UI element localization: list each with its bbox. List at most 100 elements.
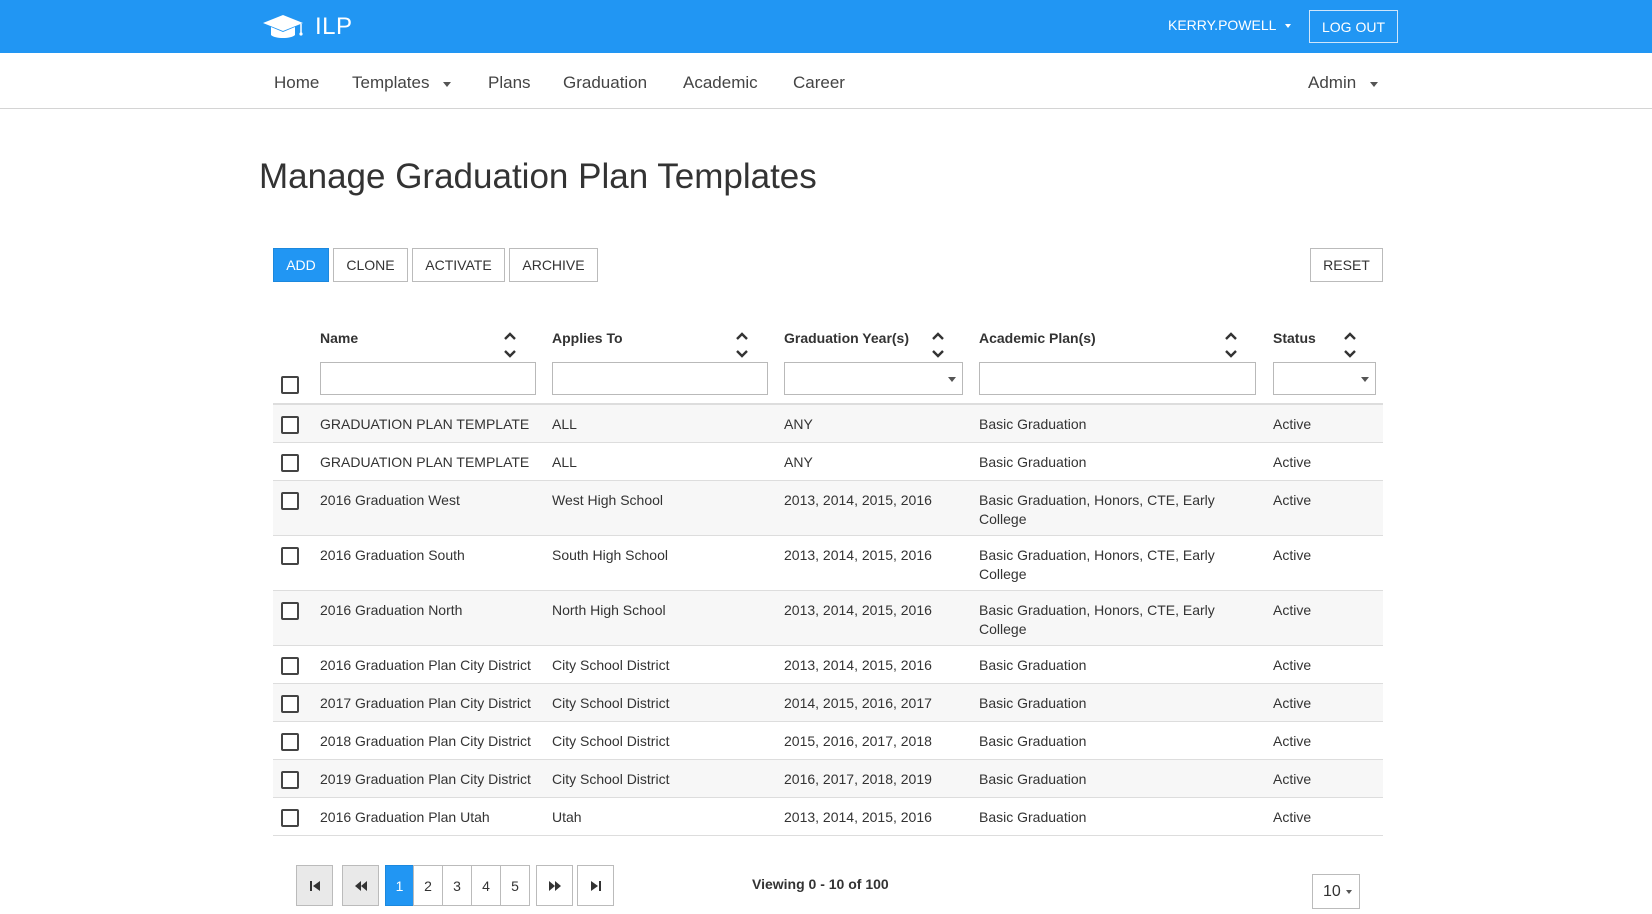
- name-filter-input[interactable]: [320, 362, 536, 395]
- row-checkbox[interactable]: [281, 416, 299, 434]
- first-page-icon: [309, 880, 320, 891]
- nav-career[interactable]: Career: [793, 73, 845, 93]
- last-page-icon: [590, 880, 601, 891]
- cell-status: Active: [1273, 733, 1312, 749]
- clone-button[interactable]: CLONE: [333, 248, 408, 282]
- cell-name: 2019 Graduation Plan City District: [320, 771, 531, 787]
- row-checkbox[interactable]: [281, 695, 299, 713]
- row-checkbox[interactable]: [281, 602, 299, 620]
- app-title: ILP: [315, 13, 353, 40]
- user-name: KERRY.POWELL: [1168, 17, 1277, 33]
- first-page-button[interactable]: [296, 865, 333, 906]
- cell-name: 2018 Graduation Plan City District: [320, 733, 531, 749]
- row-checkbox[interactable]: [281, 809, 299, 827]
- cell-plans: Basic Graduation, Honors, CTE, Early Col…: [979, 547, 1215, 582]
- column-header-graduation-years[interactable]: Graduation Year(s): [784, 330, 909, 346]
- nav-academic[interactable]: Academic: [683, 73, 758, 93]
- cell-status: Active: [1273, 809, 1312, 825]
- cell-years: 2013, 2014, 2015, 2016: [784, 809, 932, 825]
- sort-icon[interactable]: [735, 330, 749, 360]
- last-page-button[interactable]: [577, 865, 614, 906]
- cell-applies-to: City School District: [552, 657, 670, 673]
- sort-icon[interactable]: [503, 330, 517, 360]
- page-size-select[interactable]: 10: [1312, 874, 1360, 909]
- brand[interactable]: ILP: [261, 12, 353, 42]
- nav-home[interactable]: Home: [274, 73, 319, 93]
- sort-icon[interactable]: [931, 330, 945, 360]
- fast-forward-icon: [548, 880, 561, 891]
- academic-plans-filter-input[interactable]: [979, 362, 1256, 395]
- cell-years: 2013, 2014, 2015, 2016: [784, 547, 932, 563]
- table-row[interactable]: GRADUATION PLAN TEMPLATE ALL ANY Basic G…: [273, 443, 1383, 481]
- column-header-status[interactable]: Status: [1273, 330, 1316, 346]
- nav-graduation[interactable]: Graduation: [563, 73, 647, 93]
- cell-applies-to: ALL: [552, 416, 577, 432]
- cell-name: 2016 Graduation Plan Utah: [320, 809, 490, 825]
- cell-name: 2017 Graduation Plan City District: [320, 695, 531, 711]
- table-row[interactable]: 2019 Graduation Plan City District City …: [273, 760, 1383, 798]
- page-1-button[interactable]: 1: [385, 865, 414, 906]
- cell-status: Active: [1273, 547, 1312, 563]
- logout-button[interactable]: LOG OUT: [1309, 10, 1398, 43]
- nav-career-label: Career: [793, 73, 845, 92]
- user-menu[interactable]: KERRY.POWELL: [1168, 17, 1292, 33]
- next-page-button[interactable]: [536, 865, 573, 906]
- archive-button[interactable]: ARCHIVE: [509, 248, 598, 282]
- select-all-checkbox[interactable]: [281, 376, 299, 394]
- cell-name: 2016 Graduation Plan City District: [320, 657, 531, 673]
- column-header-academic-plans[interactable]: Academic Plan(s): [979, 330, 1096, 346]
- row-checkbox[interactable]: [281, 454, 299, 472]
- dropdown-arrow-icon: [948, 377, 956, 382]
- row-checkbox[interactable]: [281, 733, 299, 751]
- cell-plans: Basic Graduation, Honors, CTE, Early Col…: [979, 602, 1215, 637]
- reset-button[interactable]: RESET: [1310, 248, 1383, 282]
- nav-plans-label: Plans: [488, 73, 531, 92]
- caret-down-icon: [1370, 81, 1379, 87]
- sort-icon[interactable]: [1343, 330, 1357, 360]
- status-filter-select[interactable]: [1273, 362, 1376, 395]
- cell-status: Active: [1273, 771, 1312, 787]
- cell-name: GRADUATION PLAN TEMPLATE: [320, 416, 530, 432]
- table-row[interactable]: 2016 Graduation South South High School …: [273, 536, 1383, 591]
- table-row[interactable]: GRADUATION PLAN TEMPLATE ALL ANY Basic G…: [273, 405, 1383, 443]
- page-5-button[interactable]: 5: [500, 865, 530, 906]
- column-header-applies-to[interactable]: Applies To: [552, 330, 623, 346]
- nav-graduation-label: Graduation: [563, 73, 648, 92]
- cell-name: 2016 Graduation South: [320, 547, 465, 563]
- applies-to-filter-input[interactable]: [552, 362, 768, 395]
- table-row[interactable]: 2018 Graduation Plan City District City …: [273, 722, 1383, 760]
- cell-status: Active: [1273, 416, 1312, 432]
- graduation-years-filter-select[interactable]: [784, 362, 963, 395]
- row-checkbox[interactable]: [281, 492, 299, 510]
- previous-page-button[interactable]: [342, 865, 379, 906]
- page-3-button[interactable]: 3: [442, 865, 472, 906]
- dropdown-arrow-icon: [1361, 377, 1369, 382]
- nav-plans[interactable]: Plans: [488, 73, 531, 93]
- table-row[interactable]: 2016 Graduation North North High School …: [273, 591, 1383, 646]
- cell-name: GRADUATION PLAN TEMPLATE: [320, 454, 530, 470]
- nav-templates[interactable]: Templates: [352, 73, 452, 93]
- table-row[interactable]: 2016 Graduation Plan Utah Utah 2013, 201…: [273, 798, 1383, 836]
- add-button[interactable]: ADD: [273, 248, 329, 282]
- row-checkbox[interactable]: [281, 547, 299, 565]
- column-header-name[interactable]: Name: [320, 330, 358, 346]
- page-4-button[interactable]: 4: [471, 865, 501, 906]
- nav-templates-label: Templates: [352, 73, 430, 92]
- page-2-button[interactable]: 2: [413, 865, 443, 906]
- cell-status: Active: [1273, 454, 1312, 470]
- nav-admin[interactable]: Admin: [1308, 73, 1379, 93]
- table-row[interactable]: 2016 Graduation Plan City District City …: [273, 646, 1383, 684]
- table-row[interactable]: 2017 Graduation Plan City District City …: [273, 684, 1383, 722]
- table-row[interactable]: 2016 Graduation West West High School 20…: [273, 481, 1383, 536]
- top-bar: ILP KERRY.POWELL LOG OUT: [0, 0, 1652, 53]
- sort-icon[interactable]: [1224, 330, 1238, 360]
- cell-name: 2016 Graduation North: [320, 602, 463, 618]
- cell-years: ANY: [784, 454, 813, 470]
- cell-status: Active: [1273, 602, 1312, 618]
- cell-years: 2013, 2014, 2015, 2016: [784, 492, 932, 508]
- row-checkbox[interactable]: [281, 657, 299, 675]
- cell-applies-to: ALL: [552, 454, 577, 470]
- row-checkbox[interactable]: [281, 771, 299, 789]
- activate-button[interactable]: ACTIVATE: [412, 248, 505, 282]
- cell-plans: Basic Graduation: [979, 733, 1087, 749]
